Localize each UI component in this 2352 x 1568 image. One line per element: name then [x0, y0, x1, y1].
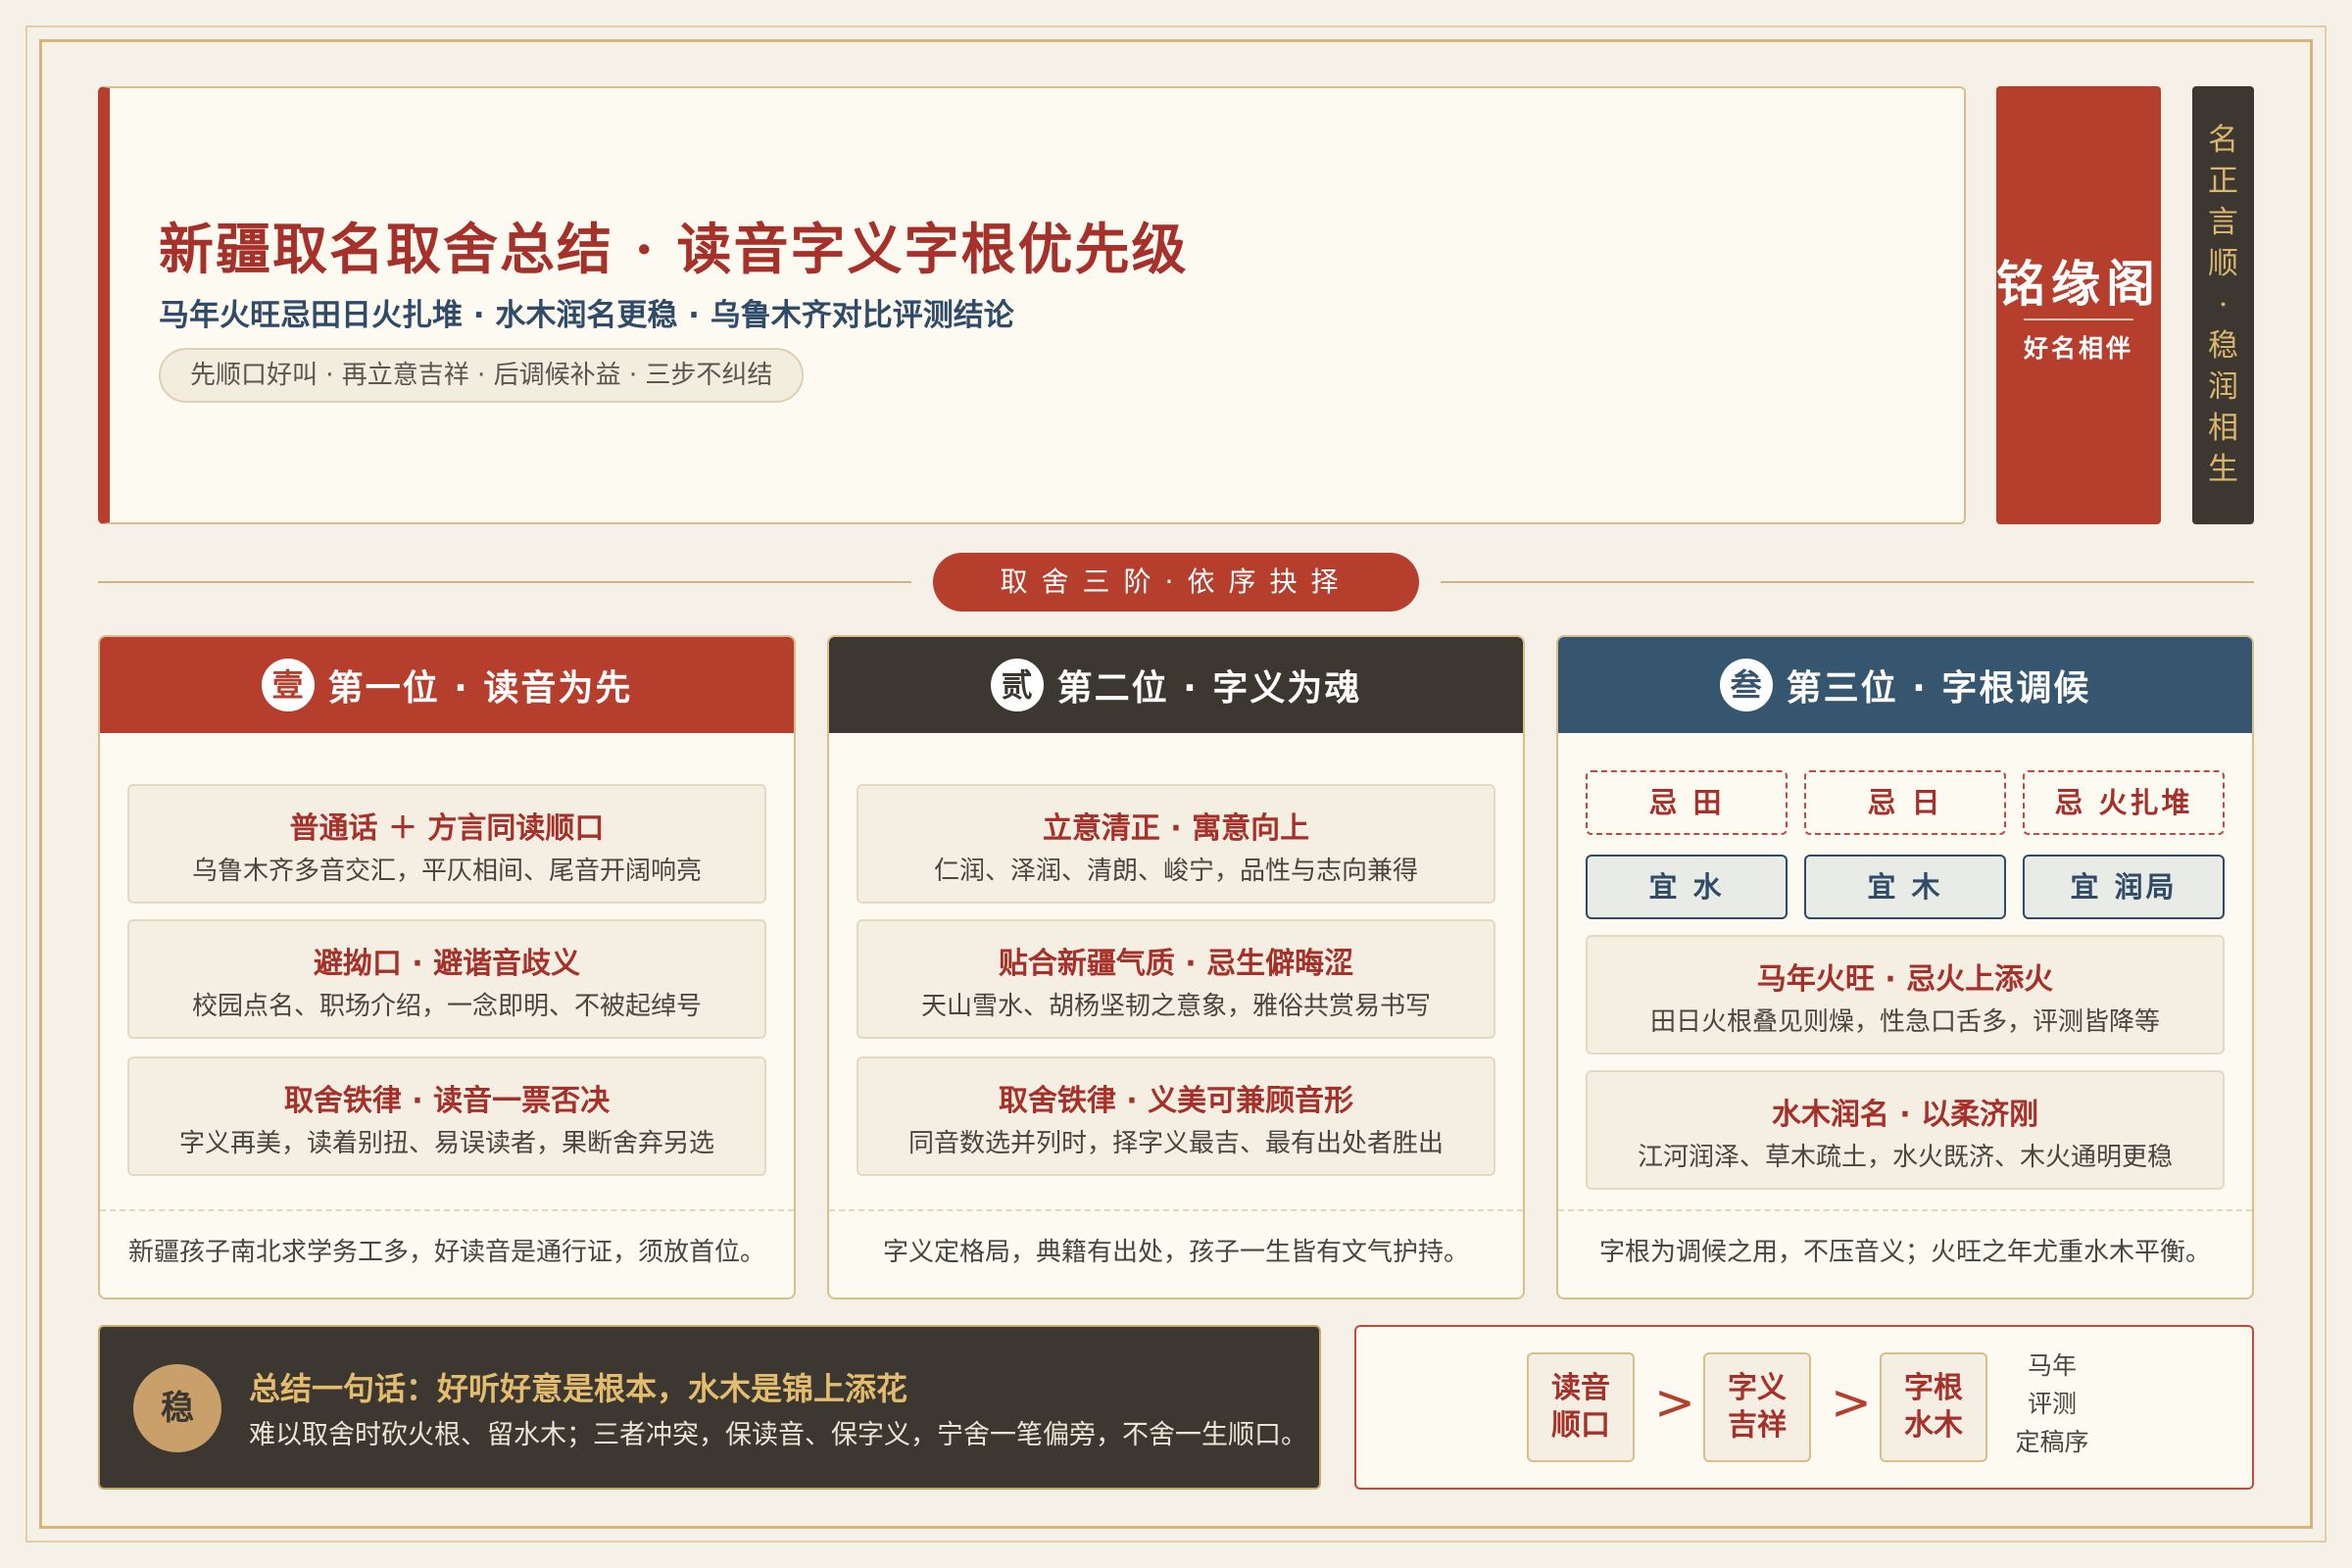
order-note: 马年 评测 定稿序 — [2003, 1347, 2101, 1461]
column-title: 第三位 · 字根调候 — [1786, 668, 2091, 709]
rule-card: 普通话 ＋ 方言同读顺口 乌鲁木齐多音交汇，平仄相间、尾音开阔响亮 — [127, 784, 766, 904]
greater-than-icon: > — [1831, 1374, 1872, 1431]
motto-char: 正 — [2208, 164, 2238, 199]
rule-title: 取舍铁律 · 义美可兼顾音形 — [998, 1084, 1354, 1118]
seal-divider — [2024, 318, 2133, 320]
rule-desc: 校园点名、职场介绍，一念即明、不被起绰号 — [191, 992, 702, 1021]
rule-card: 立意清正 · 寓意向上 仁润、泽润、清朗、峻宁，品性与志向兼得 — [857, 784, 1495, 904]
rank-badge: 叁 — [1719, 659, 1773, 711]
rule-desc: 江河润泽、草木疏土，水火既济、木火通明更稳 — [1637, 1143, 2173, 1172]
rule-card: 马年火旺 · 忌火上添火 田日火根叠见则燥，性急口舌多，评测皆降等 — [1586, 935, 2225, 1054]
rank-badge: 贰 — [990, 659, 1044, 711]
motto-char: · — [2218, 287, 2229, 322]
rule-title: 水木润名 · 以柔济刚 — [1771, 1098, 2039, 1132]
motto-char: 顺 — [2208, 246, 2238, 281]
order-item-pronunciation: 读音 顺口 — [1527, 1352, 1635, 1462]
rule-card: 水木润名 · 以柔济刚 江河润泽、草木疏土，水火既济、木火通明更稳 — [1586, 1070, 2225, 1190]
rule-title: 马年火旺 · 忌火上添火 — [1756, 962, 2054, 997]
priority-column-3: 叁 第三位 · 字根调候 忌 田 忌 日 忌 火扎堆 宜 水 宜 木 宜 润局 … — [1556, 635, 2254, 1299]
summary-text: 难以取舍时砍火根、留水木；三者冲突，保读音、保字义，宁舍一笔偏旁，不舍一生顺口。 — [249, 1420, 1307, 1450]
motto-char: 相 — [2208, 411, 2238, 446]
brand-slogan: 好名相伴 — [2023, 334, 2133, 363]
rule-card: 贴合新疆气质 · 忌生僻晦涩 天山雪水、胡杨坚韧之意象，雅俗共赏易书写 — [857, 919, 1495, 1039]
rule-desc: 同音数选并列时，择字义最吉、最有出处者胜出 — [907, 1129, 1444, 1158]
rule-card: 取舍铁律 · 读音一票否决 字义再美，读着别扭、易误读者，果断舍弃另选 — [127, 1056, 766, 1176]
column-header: 贰 第二位 · 字义为魂 — [829, 637, 1523, 733]
brand-seal: 铭缘阁 好名相伴 — [1996, 86, 2161, 524]
priority-column-1: 壹 第一位 · 读音为先 普通话 ＋ 方言同读顺口 乌鲁木齐多音交汇，平仄相间、… — [98, 635, 796, 1299]
rule-title: 避拗口 · 避谐音歧义 — [313, 947, 581, 981]
column-footer: 新疆孩子南北求学务工多，好读音是通行证，须放首位。 — [100, 1209, 794, 1298]
column-header: 叁 第三位 · 字根调候 — [1558, 637, 2252, 733]
motto-char: 言 — [2208, 205, 2238, 240]
page-subtitle: 马年火旺忌田日火扎堆 · 水木润名更稳 · 乌鲁木齐对比评测结论 — [159, 298, 1014, 333]
rank-badge: 壹 — [261, 659, 315, 711]
rule-desc: 乌鲁木齐多音交汇，平仄相间、尾音开阔响亮 — [191, 857, 702, 886]
column-body: 立意清正 · 寓意向上 仁润、泽润、清朗、峻宁，品性与志向兼得 贴合新疆气质 ·… — [829, 733, 1523, 1211]
order-line: 水木 — [1904, 1408, 1963, 1443]
header-card: 新疆取名取舍总结 · 读音字义字根优先级 马年火旺忌田日火扎堆 · 水木润名更稳… — [98, 86, 1966, 524]
rule-desc: 天山雪水、胡杨坚韧之意象，雅俗共赏易书写 — [920, 992, 1431, 1021]
brand-name: 铭缘阁 — [1996, 255, 2161, 313]
order-line: 读音 — [1551, 1371, 1610, 1405]
motto-char: 稳 — [2208, 328, 2238, 364]
column-body: 忌 田 忌 日 忌 火扎堆 宜 水 宜 木 宜 润局 马年火旺 · 忌火上添火 … — [1558, 733, 2252, 1211]
order-line: 字义 — [1728, 1371, 1787, 1405]
section-label: 取舍三阶·依序抉择 — [933, 553, 1419, 612]
order-note-line: 定稿序 — [2015, 1428, 2089, 1456]
order-line: 字根 — [1904, 1371, 1963, 1405]
avoid-tag: 忌 田 — [1586, 770, 1788, 835]
principle-pill: 先顺口好叫 · 再立意吉祥 · 后调候补益 · 三步不纠结 — [159, 348, 805, 403]
order-note-line: 马年 — [2027, 1351, 2077, 1380]
column-body: 普通话 ＋ 方言同读顺口 乌鲁木齐多音交汇，平仄相间、尾音开阔响亮 避拗口 · … — [100, 733, 794, 1211]
column-title: 第二位 · 字义为魂 — [1056, 668, 1362, 709]
rule-title: 取舍铁律 · 读音一票否决 — [283, 1084, 611, 1118]
rule-title: 普通话 ＋ 方言同读顺口 — [289, 811, 605, 846]
order-note-line: 评测 — [2027, 1390, 2077, 1418]
motto-char: 名 — [2208, 122, 2238, 158]
page-title: 新疆取名取舍总结 · 读音字义字根优先级 — [159, 218, 1189, 282]
prefer-tag: 宜 润局 — [2023, 855, 2225, 919]
motto-char: 生 — [2208, 452, 2238, 487]
rule-desc: 字义再美，读着别扭、易误读者，果断舍弃另选 — [178, 1129, 714, 1158]
rule-desc: 仁润、泽润、清朗、峻宁，品性与志向兼得 — [933, 857, 1418, 886]
avoid-tag: 忌 火扎堆 — [2023, 770, 2225, 835]
greater-than-icon: > — [1654, 1374, 1695, 1431]
column-title: 第一位 · 读音为先 — [327, 668, 633, 709]
prefer-tag: 宜 水 — [1586, 855, 1788, 919]
avoid-tag: 忌 日 — [1804, 770, 2006, 835]
rule-title: 立意清正 · 寓意向上 — [1042, 811, 1310, 846]
section-divider-left — [98, 581, 911, 583]
summary-badge: 稳 — [133, 1364, 221, 1452]
order-line: 顺口 — [1551, 1408, 1610, 1443]
prefer-tag: 宜 木 — [1804, 855, 2006, 919]
order-line: 吉祥 — [1728, 1408, 1787, 1443]
section-divider-right — [1441, 581, 2254, 583]
column-header: 壹 第一位 · 读音为先 — [100, 637, 794, 733]
priority-column-2: 贰 第二位 · 字义为魂 立意清正 · 寓意向上 仁润、泽润、清朗、峻宁，品性与… — [827, 635, 1525, 1299]
rule-title: 贴合新疆气质 · 忌生僻晦涩 — [998, 947, 1354, 981]
rule-card: 避拗口 · 避谐音歧义 校园点名、职场介绍，一念即明、不被起绰号 — [127, 919, 766, 1039]
vertical-motto-banner: 名 正 言 顺 · 稳 润 相 生 — [2192, 86, 2254, 524]
priority-order-panel: 读音 顺口 > 字义 吉祥 > 字根 水木 马年 评测 定稿序 — [1354, 1325, 2254, 1490]
summary-title: 总结一句话：好听好意是根本，水木是锦上添花 — [249, 1370, 908, 1407]
motto-char: 润 — [2208, 369, 2238, 405]
column-footer: 字根为调候之用，不压音义；火旺之年尤重水木平衡。 — [1558, 1209, 2252, 1298]
summary-panel: 稳 总结一句话：好听好意是根本，水木是锦上添花 难以取舍时砍火根、留水木；三者冲… — [98, 1325, 1321, 1490]
rule-card: 取舍铁律 · 义美可兼顾音形 同音数选并列时，择字义最吉、最有出处者胜出 — [857, 1056, 1495, 1176]
column-footer: 字义定格局，典籍有出处，孩子一生皆有文气护持。 — [829, 1209, 1523, 1298]
order-item-radical: 字根 水木 — [1880, 1352, 1987, 1462]
rule-desc: 田日火根叠见则燥，性急口舌多，评测皆降等 — [1649, 1007, 2160, 1037]
order-item-meaning: 字义 吉祥 — [1703, 1352, 1811, 1462]
